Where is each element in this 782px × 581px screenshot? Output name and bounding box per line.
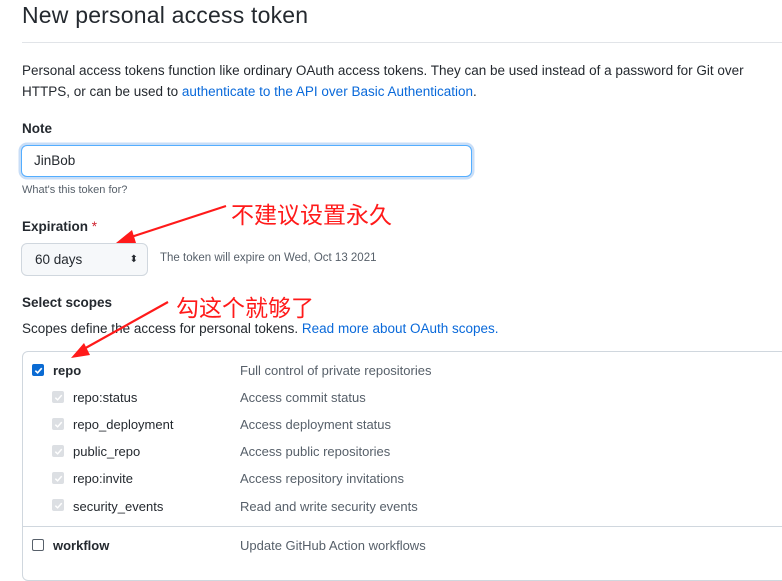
annotation-expiration: 不建议设置永久 (231, 203, 392, 229)
annotation-arrows (71, 204, 227, 358)
scope-arrow-icon (71, 301, 169, 358)
annotation-scope: 勾这个就够了 (176, 296, 314, 322)
expiration-arrow-icon (116, 204, 227, 243)
